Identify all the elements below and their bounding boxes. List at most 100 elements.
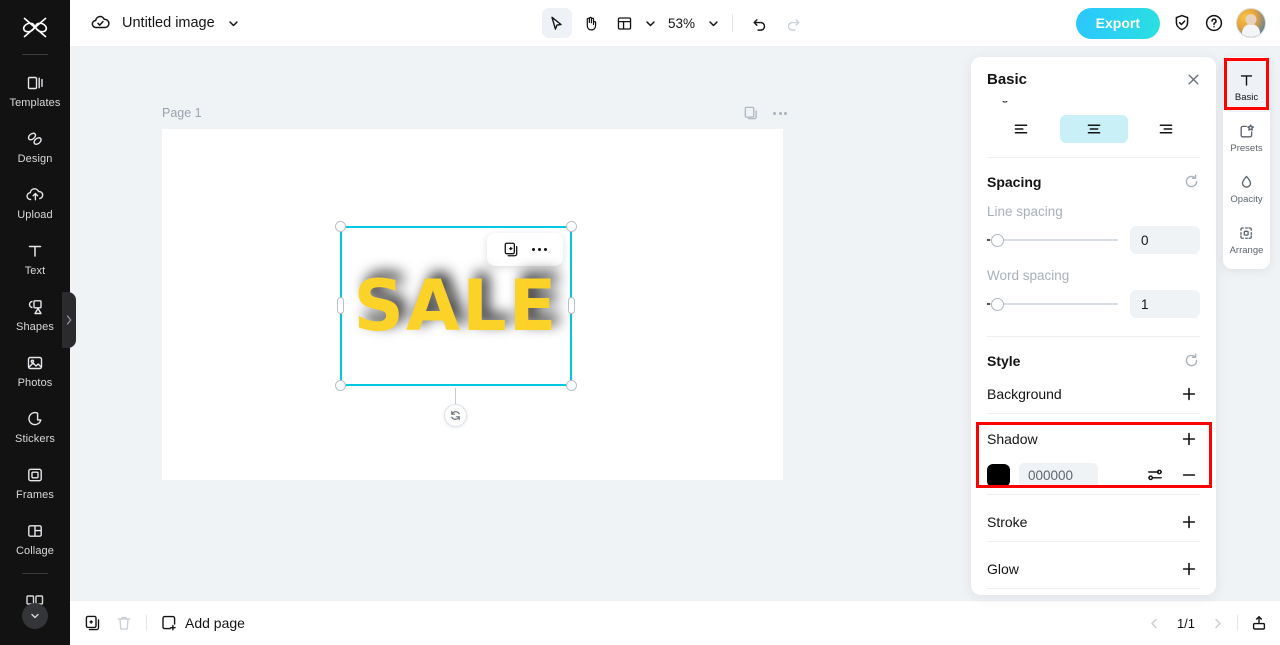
user-avatar[interactable] xyxy=(1236,8,1266,38)
tab-basic[interactable]: Basic xyxy=(1223,61,1270,112)
stroke-label: Stroke xyxy=(987,514,1028,530)
spacing-title: Spacing xyxy=(987,173,1042,190)
properties-panel-header: Basic xyxy=(971,57,1216,101)
sale-text-object[interactable]: SALE SALE xyxy=(342,228,570,384)
sidebar-item-label: Templates xyxy=(9,97,61,109)
frames-icon xyxy=(25,465,45,485)
layout-tool-button[interactable] xyxy=(610,8,640,38)
tab-presets[interactable]: Presets xyxy=(1223,112,1270,163)
stroke-add-button[interactable] xyxy=(1178,511,1200,533)
bottom-toolbar: Add page 1/1 xyxy=(70,600,1280,645)
text-t-icon xyxy=(25,241,45,261)
properties-panel-body: Alignment xyxy=(971,88,1216,589)
rail-divider xyxy=(22,54,48,55)
align-center-button[interactable] xyxy=(1059,115,1128,143)
line-spacing-input[interactable]: 0 xyxy=(1130,226,1200,254)
background-row[interactable]: Background xyxy=(987,375,1200,413)
redo-button[interactable] xyxy=(779,8,809,38)
sidebar-item-label: Text xyxy=(24,265,46,277)
add-page-button[interactable]: Add page xyxy=(160,614,245,632)
resize-handle-left[interactable] xyxy=(337,297,344,314)
text-selection-box[interactable]: SALE SALE xyxy=(335,221,577,391)
tab-opacity[interactable]: Opacity xyxy=(1223,163,1270,214)
shield-check-icon[interactable] xyxy=(1172,13,1192,33)
reset-circle-icon[interactable] xyxy=(1183,173,1200,190)
align-left-button[interactable] xyxy=(987,115,1055,143)
background-add-button[interactable] xyxy=(1178,383,1200,405)
resize-handle-bottom-right[interactable] xyxy=(566,380,577,391)
close-x-icon[interactable] xyxy=(1185,71,1202,88)
tab-label: Basic xyxy=(1234,91,1259,103)
slider-knob[interactable] xyxy=(991,297,1004,311)
sidebar-item-text[interactable]: Text xyxy=(0,231,70,287)
chevron-down-icon[interactable] xyxy=(707,17,720,30)
ellipsis-icon[interactable] xyxy=(773,111,787,115)
stroke-row[interactable]: Stroke xyxy=(987,503,1200,541)
sidebar-item-photos[interactable]: Photos xyxy=(0,343,70,399)
sidebar-item-upload[interactable]: Upload xyxy=(0,175,70,231)
sidebar-item-stickers[interactable]: Stickers xyxy=(0,399,70,455)
chevron-down-icon[interactable] xyxy=(227,17,240,30)
shapes-icon xyxy=(25,297,45,317)
panel-divider xyxy=(987,336,1200,337)
sidebar-item-shapes[interactable]: Shapes xyxy=(0,287,70,343)
line-spacing-label: Line spacing xyxy=(987,204,1063,219)
shadow-settings-icon[interactable] xyxy=(1146,466,1164,484)
resize-handle-top-left[interactable] xyxy=(335,221,346,232)
word-spacing-label: Word spacing xyxy=(987,268,1070,283)
stickers-icon xyxy=(25,409,45,429)
tab-arrange[interactable]: Arrange xyxy=(1223,214,1270,265)
shadow-color-swatch[interactable] xyxy=(987,463,1010,487)
app-root: Templates Design Upload Text Shapes Phot… xyxy=(0,0,1280,645)
sidebar-item-label: Collage xyxy=(15,545,54,557)
chevron-down-icon[interactable] xyxy=(644,17,657,30)
export-tray-icon[interactable] xyxy=(1250,614,1268,632)
glow-add-button[interactable] xyxy=(1178,558,1200,580)
hand-tool-button[interactable] xyxy=(576,8,606,38)
sidebar-collapse-handle[interactable] xyxy=(62,292,76,348)
bottom-right-actions: 1/1 xyxy=(1147,614,1268,632)
top-toolbar: Untitled image 53% Export xyxy=(70,0,1280,47)
panel-divider xyxy=(987,494,1200,495)
trash-icon[interactable] xyxy=(115,614,133,632)
word-spacing-slider[interactable] xyxy=(987,297,1118,311)
sidebar-item-frames[interactable]: Frames xyxy=(0,455,70,511)
sidebar-item-templates[interactable]: Templates xyxy=(0,63,70,119)
slider-min-tick xyxy=(987,303,990,305)
reset-circle-icon[interactable] xyxy=(1183,352,1200,369)
sidebar-expand-button[interactable] xyxy=(22,603,48,629)
resize-handle-right[interactable] xyxy=(568,297,575,314)
line-spacing-slider[interactable] xyxy=(987,233,1118,247)
sidebar-item-collage[interactable]: Collage xyxy=(0,511,70,567)
undo-button[interactable] xyxy=(745,8,775,38)
sidebar-item-design[interactable]: Design xyxy=(0,119,70,175)
capcut-logo-icon[interactable] xyxy=(13,8,57,48)
glow-row[interactable]: Glow xyxy=(987,550,1200,588)
slider-knob[interactable] xyxy=(991,233,1004,247)
select-tool-button[interactable] xyxy=(541,8,572,38)
shadow-row[interactable]: Shadow xyxy=(987,420,1200,458)
resize-handle-top-right[interactable] xyxy=(566,221,577,232)
chevron-right-icon[interactable] xyxy=(1210,616,1225,631)
background-label: Background xyxy=(987,386,1062,402)
document-title[interactable]: Untitled image xyxy=(122,15,215,31)
zoom-level-value[interactable]: 53% xyxy=(667,16,697,31)
bottom-left-actions: Add page xyxy=(70,614,245,632)
cloud-saved-icon[interactable] xyxy=(90,13,112,33)
canvas-tools: 53% xyxy=(525,8,825,38)
add-page-icon xyxy=(160,614,178,632)
photos-image-icon xyxy=(25,353,45,373)
resize-handle-bottom-left[interactable] xyxy=(335,380,346,391)
duplicate-page-icon[interactable] xyxy=(84,614,102,632)
shadow-remove-button[interactable] xyxy=(1178,464,1200,486)
shadow-add-button[interactable] xyxy=(1178,428,1200,450)
duplicate-page-icon[interactable] xyxy=(743,105,759,121)
alignment-options xyxy=(987,115,1200,143)
question-circle-icon[interactable] xyxy=(1204,13,1224,33)
shadow-hex-input[interactable]: 000000 xyxy=(1019,462,1098,488)
align-right-button[interactable] xyxy=(1132,115,1200,143)
export-button[interactable]: Export xyxy=(1075,7,1160,39)
chevron-left-icon[interactable] xyxy=(1147,616,1162,631)
word-spacing-input[interactable]: 1 xyxy=(1130,290,1200,318)
rotate-handle[interactable] xyxy=(444,404,467,427)
